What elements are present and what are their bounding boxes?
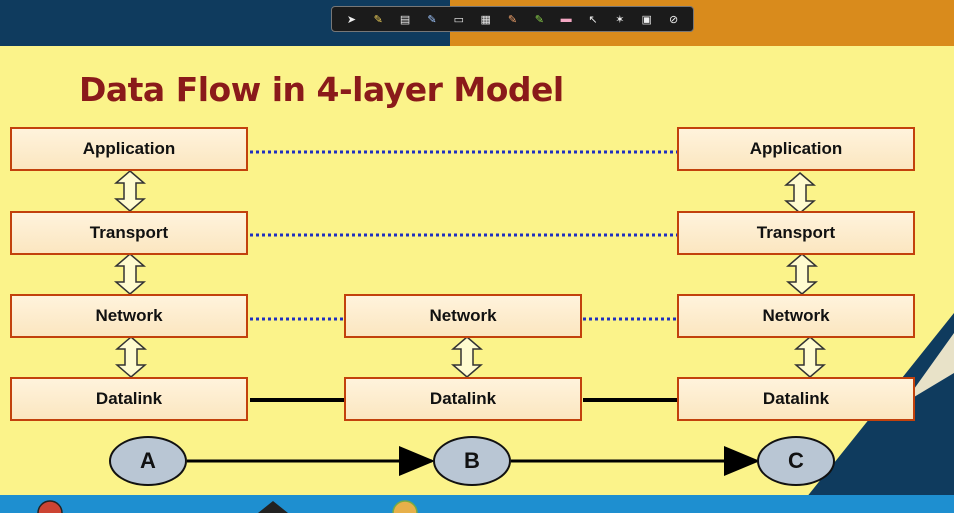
updown-arrow-icon <box>785 172 815 214</box>
updown-arrow-icon <box>115 253 145 295</box>
institute-logo <box>37 500 63 513</box>
updown-arrow-icon <box>452 336 482 378</box>
stack-c-network: Network <box>677 294 915 338</box>
updown-arrow-icon <box>787 253 817 295</box>
stack-a-datalink: Datalink <box>10 377 248 421</box>
stack-a-transport: Transport <box>10 211 248 255</box>
partner-logo <box>258 501 288 513</box>
emblem-logo <box>392 500 418 513</box>
stack-c-transport: Transport <box>677 211 915 255</box>
node-c: C <box>757 436 835 486</box>
stack-c-datalink: Datalink <box>677 377 915 421</box>
updown-arrow-icon <box>115 170 145 212</box>
stack-a-application: Application <box>10 127 248 171</box>
updown-arrow-icon <box>116 336 146 378</box>
node-b: B <box>433 436 511 486</box>
stack-b-datalink: Datalink <box>344 377 582 421</box>
stack-c-application: Application <box>677 127 915 171</box>
updown-arrow-icon <box>795 336 825 378</box>
stack-a-network: Network <box>10 294 248 338</box>
slide: ➤ ✎ ▤ ✎ ▭ ▦ ✎ ✎ ▬ ↖ ✶ ▣ ⊘ Data Flow in 4… <box>0 0 954 513</box>
node-a: A <box>109 436 187 486</box>
stack-b-network: Network <box>344 294 582 338</box>
